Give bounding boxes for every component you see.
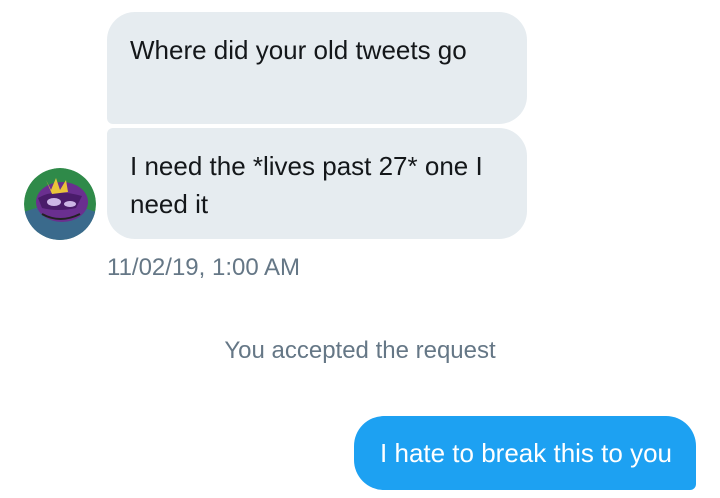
- incoming-message-bubble[interactable]: I need the *lives past 27* one I need it: [107, 128, 527, 239]
- spyro-avatar-icon: [24, 168, 96, 240]
- message-timestamp: 11/02/19, 1:00 AM: [107, 254, 301, 281]
- message-text: Where did your old tweets go: [130, 35, 467, 65]
- message-text: I need the *lives past 27* one I need it: [130, 151, 483, 219]
- incoming-message-bubble[interactable]: Where did your old tweets go: [107, 12, 527, 124]
- sender-avatar[interactable]: [24, 168, 96, 240]
- request-accepted-notice: You accepted the request: [224, 337, 496, 364]
- message-text: I hate to break this to you: [380, 438, 672, 468]
- outgoing-message-bubble[interactable]: I hate to break this to you: [354, 416, 696, 490]
